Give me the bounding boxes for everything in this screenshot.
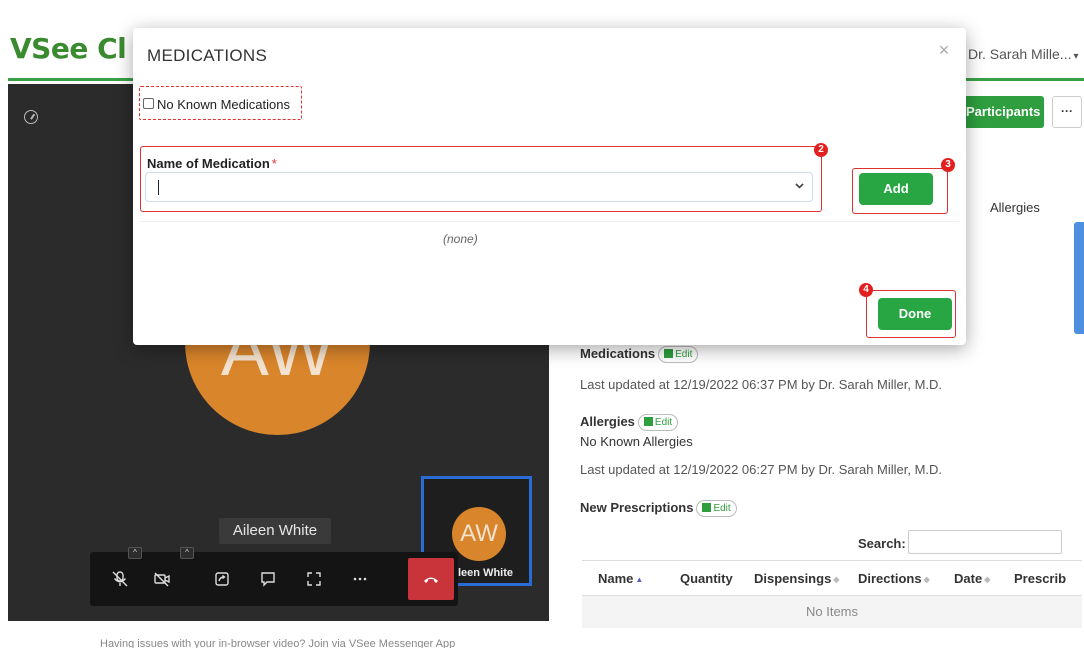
allergies-title-text: Allergies xyxy=(580,414,635,429)
share-screen-icon xyxy=(215,572,229,586)
done-button[interactable]: Done xyxy=(878,298,952,330)
modal-title: MEDICATIONS xyxy=(147,46,268,65)
column-quantity[interactable]: Quantity xyxy=(680,561,733,597)
edit-label: Edit xyxy=(675,349,693,361)
allergies-edit-button[interactable]: Edit xyxy=(637,414,679,432)
pencil-icon xyxy=(643,417,653,427)
more-options-button[interactable] xyxy=(340,552,380,606)
chevron-down-icon[interactable] xyxy=(794,180,805,194)
sort-icon: ◆ xyxy=(833,575,840,584)
user-menu[interactable]: Dr. Sarah Mille... ▾ xyxy=(968,46,1079,62)
side-panel-handle[interactable] xyxy=(1074,222,1084,334)
self-name-label: leen White xyxy=(458,567,514,579)
edit-label: Edit xyxy=(654,417,673,429)
column-label: Date xyxy=(954,571,983,586)
allergies-updated-text: Last updated at 12/19/2022 06:27 PM by D… xyxy=(580,462,943,477)
fullscreen-icon xyxy=(307,572,321,586)
prescriptions-table: Name ▲ Quantity Dispensings ◆ Directions ◆ … xyxy=(582,560,1082,628)
medications-title-text: Medications xyxy=(580,346,656,361)
prescriptions-section-title: New Prescriptions Edit xyxy=(580,500,737,518)
table-header: Name ▲ Quantity Dispensings ◆ Directions ◆ … xyxy=(582,560,1082,596)
column-date[interactable]: Date ◆ xyxy=(954,561,990,597)
table-empty-row: No Items xyxy=(582,596,1082,628)
column-label: Quantity xyxy=(680,571,733,586)
pencil-icon xyxy=(702,503,712,513)
call-toolbar: ^ ^ xyxy=(90,547,458,606)
step-marker-4: 4 xyxy=(859,283,873,297)
participant-name-label: Aileen White xyxy=(219,518,331,544)
user-name: Dr. Sarah Mille... xyxy=(968,46,1072,62)
required-asterisk: * xyxy=(271,156,277,171)
pencil-icon xyxy=(664,349,674,359)
medications-edit-button[interactable]: Edit xyxy=(658,346,699,364)
camera-toggle-button[interactable] xyxy=(142,552,182,606)
more-menu-button[interactable]: ··· xyxy=(1052,96,1082,128)
participants-button[interactable]: Participants xyxy=(958,96,1044,128)
column-label: Prescrib xyxy=(1014,571,1067,586)
chat-icon xyxy=(261,572,275,587)
camera-off-icon xyxy=(154,572,170,587)
column-directions[interactable]: Directions ◆ xyxy=(858,561,930,597)
medication-name-combobox[interactable] xyxy=(145,172,813,202)
close-icon[interactable]: × xyxy=(934,40,954,60)
self-avatar: AW xyxy=(452,507,506,561)
mic-toggle-button[interactable] xyxy=(100,552,140,606)
camera-options-chevron-icon[interactable]: ^ xyxy=(180,547,194,559)
share-screen-button[interactable] xyxy=(202,552,242,606)
mic-options-chevron-icon[interactable]: ^ xyxy=(128,547,142,559)
prescriptions-edit-button[interactable]: Edit xyxy=(696,500,737,518)
column-name[interactable]: Name ▲ xyxy=(598,561,643,597)
no-known-medications-label[interactable]: No Known Medications xyxy=(157,97,290,112)
medication-name-label: Name of Medication * xyxy=(147,156,277,171)
allergies-value: No Known Allergies xyxy=(580,434,693,449)
network-speed-icon[interactable] xyxy=(24,110,38,124)
medications-section-title: Medications Edit xyxy=(580,346,699,364)
search-input[interactable] xyxy=(908,530,1062,554)
screen: VSee Cl Dr. Sarah Mille... ▾ AW Aileen Wh… xyxy=(0,0,1084,648)
field-label-text: Name of Medication xyxy=(147,156,270,171)
column-label: Name xyxy=(598,571,634,586)
more-icon xyxy=(353,577,367,581)
column-prescriber[interactable]: Prescrib xyxy=(1014,561,1066,597)
text-cursor xyxy=(158,180,159,195)
step-marker-2: 2 xyxy=(814,143,828,157)
search-label: Search: xyxy=(858,536,906,551)
end-call-icon xyxy=(424,577,438,583)
end-call-button[interactable] xyxy=(408,558,454,600)
sort-icon: ◆ xyxy=(923,575,930,584)
list-divider xyxy=(139,221,959,222)
medications-updated-text: Last updated at 12/19/2022 06:37 PM by D… xyxy=(580,377,943,392)
chat-button[interactable] xyxy=(248,552,288,606)
sort-icon: ◆ xyxy=(984,575,991,584)
tab-allergies[interactable]: Allergies xyxy=(990,200,1040,215)
step-marker-3: 3 xyxy=(941,158,955,172)
app-logo: VSee Cl xyxy=(10,32,127,65)
medications-modal: MEDICATIONS × No Known Medications 2 Nam… xyxy=(133,28,966,345)
column-dispensings[interactable]: Dispensings ◆ xyxy=(754,561,839,597)
video-help-note[interactable]: Having issues with your in-browser video… xyxy=(100,638,455,648)
column-label: Dispensings xyxy=(754,571,832,586)
add-button[interactable]: Add xyxy=(859,173,933,205)
prescriptions-title-text: New Prescriptions xyxy=(580,500,694,515)
column-label: Directions xyxy=(858,571,922,586)
sort-asc-icon: ▲ xyxy=(635,575,644,584)
mic-off-icon xyxy=(112,571,128,587)
no-known-medications-checkbox[interactable] xyxy=(143,98,154,109)
edit-label: Edit xyxy=(713,503,731,515)
chevron-down-icon: ▾ xyxy=(1073,51,1079,62)
allergies-section-title: Allergies Edit xyxy=(580,414,679,432)
medication-list-empty: (none) xyxy=(443,232,478,246)
fullscreen-button[interactable] xyxy=(294,552,334,606)
